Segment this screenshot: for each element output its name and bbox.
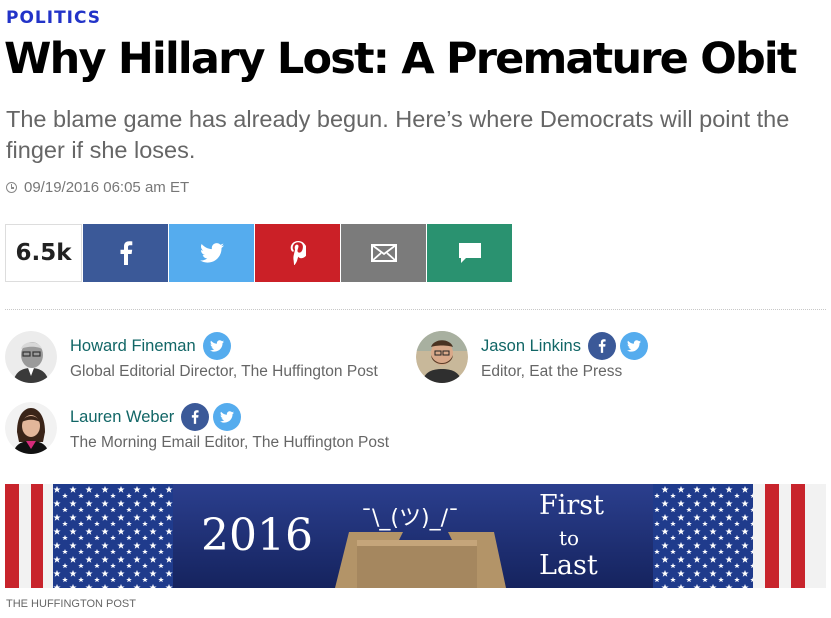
author-name-row: Howard Fineman xyxy=(70,331,378,361)
author-lauren-weber: Lauren Weber The Morning Email Editor, T… xyxy=(5,402,389,454)
author-title: The Morning Email Editor, The Huffington… xyxy=(70,434,390,451)
author-name[interactable]: Lauren Weber xyxy=(70,408,174,427)
pinterest-icon xyxy=(290,241,306,265)
share-count: 6.5k xyxy=(5,224,82,282)
twitter-icon[interactable] xyxy=(619,332,648,360)
hero-to: to xyxy=(559,526,580,550)
hero-year: 2016 xyxy=(201,510,313,561)
hero-first: First xyxy=(539,490,604,521)
facebook-icon xyxy=(120,241,132,265)
author-howard-fineman: Howard Fineman Global Editorial Director… xyxy=(5,331,378,383)
author-title: Global Editorial Director, The Huffingto… xyxy=(70,363,378,380)
pinterest-share-button[interactable] xyxy=(255,224,340,282)
author-jason-linkins: Jason Linkins Editor, Eat the Press xyxy=(416,331,652,383)
comments-button[interactable] xyxy=(427,224,512,282)
timestamp-text: 09/19/2016 06:05 am ET xyxy=(24,179,190,196)
avatar[interactable] xyxy=(5,402,57,454)
author-name-row: Lauren Weber xyxy=(70,402,389,432)
author-title: Editor, Eat the Press xyxy=(481,363,623,380)
email-icon xyxy=(370,244,397,262)
email-share-button[interactable] xyxy=(341,224,426,282)
hero-last: Last xyxy=(539,550,598,581)
comment-icon xyxy=(458,243,481,263)
facebook-icon[interactable] xyxy=(181,403,210,431)
divider xyxy=(5,309,826,310)
avatar[interactable] xyxy=(5,331,57,383)
hero-image[interactable]: 2016 ¯\_(ツ)_/¯ First to Last xyxy=(5,484,826,588)
section-label[interactable]: POLITICS xyxy=(6,8,101,28)
author-name-row: Jason Linkins xyxy=(481,331,652,361)
headline: Why Hillary Lost: A Premature Obit xyxy=(4,34,797,84)
avatar[interactable] xyxy=(416,331,468,383)
hero-caption: THE HUFFINGTON POST xyxy=(6,598,136,610)
twitter-icon xyxy=(199,243,224,263)
hero-shrug: ¯\_(ツ)_/¯ xyxy=(361,506,459,531)
twitter-icon[interactable] xyxy=(202,332,231,360)
twitter-share-button[interactable] xyxy=(169,224,254,282)
facebook-icon[interactable] xyxy=(587,332,616,360)
timestamp: 09/19/2016 06:05 am ET xyxy=(6,179,189,196)
clock-icon xyxy=(6,182,17,193)
author-name[interactable]: Jason Linkins xyxy=(481,337,581,356)
subhead: The blame game has already begun. Here’s… xyxy=(6,106,790,163)
author-name[interactable]: Howard Fineman xyxy=(70,337,196,356)
share-bar: 6.5k xyxy=(5,224,512,282)
twitter-icon[interactable] xyxy=(213,403,242,431)
facebook-share-button[interactable] xyxy=(83,224,168,282)
